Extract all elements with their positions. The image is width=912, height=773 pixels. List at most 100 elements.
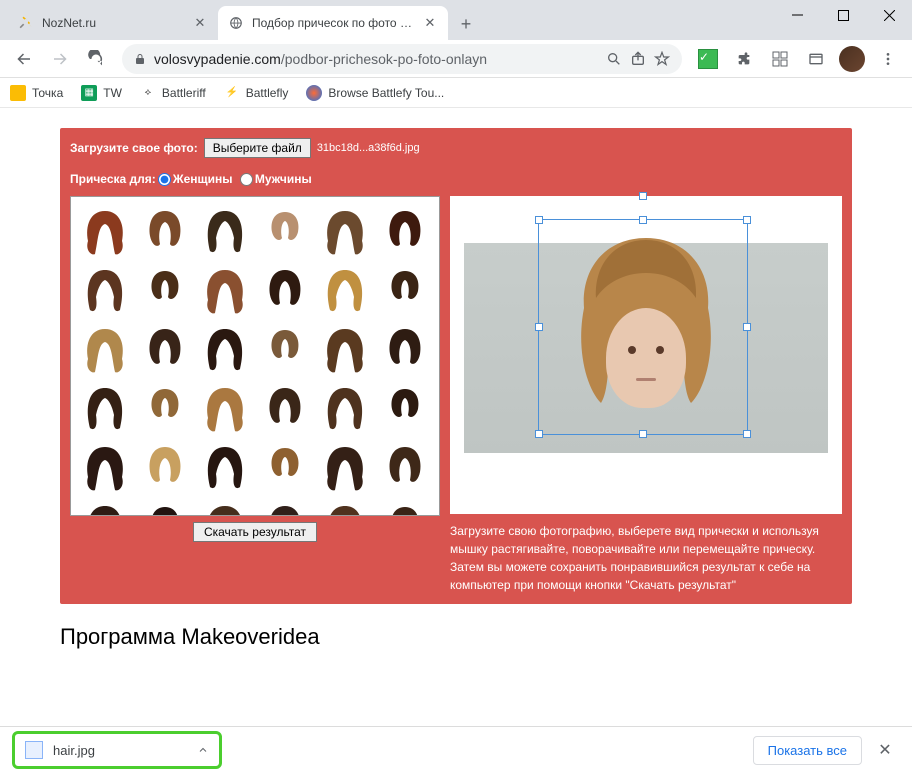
uploaded-photo (464, 243, 828, 453)
share-icon[interactable] (630, 51, 646, 67)
hairstyle-thumbnail[interactable] (317, 439, 373, 494)
hairstyle-thumbnail[interactable] (257, 380, 313, 435)
bookmark-item[interactable]: ▦TW (81, 85, 122, 101)
hairstyle-thumbnail[interactable] (197, 498, 253, 516)
hairstyle-thumbnail[interactable] (137, 203, 193, 258)
hairstyle-thumbnail[interactable] (197, 262, 253, 317)
hairstyle-thumbnail[interactable] (77, 262, 133, 317)
new-tab-button[interactable]: + (452, 10, 480, 38)
hairstyle-thumbnail[interactable] (377, 203, 433, 258)
toolbar-extensions: ✓ (692, 43, 904, 75)
file-icon (25, 741, 43, 759)
hairstyle-thumbnail[interactable] (137, 321, 193, 376)
download-filename: hair.jpg (53, 743, 95, 758)
preview-canvas[interactable] (450, 196, 842, 514)
browser-toolbar: volosvypadenie.com/podbor-prichesok-po-f… (0, 40, 912, 78)
close-shelf-button[interactable]: ✕ (870, 735, 900, 765)
browser-tab[interactable]: NozNet.ru ✕ (8, 6, 218, 40)
search-in-page-icon[interactable] (606, 51, 622, 67)
browser-tab[interactable]: Подбор причесок по фото онла ✕ (218, 6, 448, 40)
hairstyle-widget: Загрузите свое фото: Выберите файл 31bc1… (60, 128, 852, 604)
hairstyle-thumbnail[interactable] (317, 203, 373, 258)
selection-box[interactable] (538, 219, 748, 435)
hairstyle-thumbnail[interactable] (197, 380, 253, 435)
lock-icon (134, 52, 146, 66)
hairstyle-thumbnail[interactable] (197, 439, 253, 494)
tab-close-icon[interactable]: ✕ (192, 15, 208, 31)
hairstyle-thumbnail[interactable] (377, 262, 433, 317)
hairstyle-thumbnail[interactable] (257, 439, 313, 494)
menu-icon[interactable] (872, 43, 904, 75)
hairstyle-thumbnail[interactable] (257, 262, 313, 317)
show-all-downloads-button[interactable]: Показать все (753, 736, 862, 765)
hairstyle-thumbnail[interactable] (377, 321, 433, 376)
upload-label: Загрузите свое фото: (70, 141, 198, 155)
window-controls (774, 0, 912, 30)
gender-label: Прическа для: (70, 172, 156, 186)
bookmark-item[interactable]: ⟡Battleriff (140, 85, 206, 101)
hairstyle-thumbnail[interactable] (317, 380, 373, 435)
download-shelf: hair.jpg Показать все ✕ (0, 726, 912, 773)
right-panel: Загрузите свою фотографию, выберете вид … (450, 196, 842, 594)
extension-icon[interactable] (728, 43, 760, 75)
star-icon[interactable] (654, 51, 670, 67)
tab-strip: NozNet.ru ✕ Подбор причесок по фото онла… (8, 6, 480, 40)
tab-title: NozNet.ru (42, 16, 184, 30)
upload-row: Загрузите свое фото: Выберите файл 31bc1… (70, 138, 842, 158)
back-button[interactable] (8, 43, 40, 75)
download-result-button[interactable]: Скачать результат (193, 522, 317, 542)
chevron-up-icon[interactable] (197, 744, 209, 756)
page-content: Загрузите свое фото: Выберите файл 31bc1… (0, 108, 912, 726)
forward-button[interactable] (44, 43, 76, 75)
browser-titlebar: NozNet.ru ✕ Подбор причесок по фото онла… (0, 0, 912, 40)
profile-avatar[interactable] (836, 43, 868, 75)
reload-button[interactable] (80, 43, 112, 75)
tab-close-icon[interactable]: ✕ (422, 15, 438, 31)
hairstyle-thumbnail[interactable] (137, 439, 193, 494)
bookmark-item[interactable]: Browse Battlefy Tou... (306, 85, 444, 101)
close-window-button[interactable] (866, 0, 912, 30)
bookmark-item[interactable]: ⚡Battlefly (224, 85, 289, 101)
hairstyle-thumbnail[interactable] (77, 203, 133, 258)
hairstyle-thumbnail[interactable] (77, 321, 133, 376)
extension-check-icon[interactable]: ✓ (692, 43, 724, 75)
gender-female-label: Женщины (173, 172, 233, 186)
address-bar[interactable]: volosvypadenie.com/podbor-prichesok-po-f… (122, 44, 682, 74)
hairstyle-thumbnail[interactable] (77, 498, 133, 516)
globe-icon (228, 15, 244, 31)
hairstyle-thumbnail[interactable] (317, 321, 373, 376)
hairstyle-thumbnail[interactable] (377, 498, 433, 516)
hairstyle-thumbnail[interactable] (137, 262, 193, 317)
extension-icon[interactable] (800, 43, 832, 75)
extension-icon[interactable] (764, 43, 796, 75)
hairstyle-thumbnail[interactable] (377, 380, 433, 435)
url-text: volosvypadenie.com/podbor-prichesok-po-f… (154, 51, 598, 67)
hairstyle-thumbnail[interactable] (197, 321, 253, 376)
hairstyle-thumbnail[interactable] (137, 498, 193, 516)
choose-file-button[interactable]: Выберите файл (204, 138, 311, 158)
instructions-text: Загрузите свою фотографию, выберете вид … (450, 522, 842, 594)
hairstyle-grid[interactable] (70, 196, 440, 516)
download-item[interactable]: hair.jpg (12, 731, 222, 769)
minimize-button[interactable] (774, 0, 820, 30)
bookmarks-bar: Точка ▦TW ⟡Battleriff ⚡Battlefly Browse … (0, 78, 912, 108)
tab-title: Подбор причесок по фото онла (252, 16, 414, 30)
section-title: Программа Makeoveridea (60, 624, 852, 650)
gender-row: Прическа для: Женщины Мужчины (70, 172, 842, 186)
gender-female-radio[interactable] (158, 173, 171, 186)
hairstyle-thumbnail[interactable] (137, 380, 193, 435)
maximize-button[interactable] (820, 0, 866, 30)
hairstyle-thumbnail[interactable] (77, 439, 133, 494)
hairstyle-thumbnail[interactable] (377, 439, 433, 494)
hairstyle-thumbnail[interactable] (77, 380, 133, 435)
uploaded-filename: 31bc18d...a38f6d.jpg (317, 142, 420, 154)
bookmark-item[interactable]: Точка (10, 85, 63, 101)
hairstyle-thumbnail[interactable] (197, 203, 253, 258)
hairstyle-thumbnail[interactable] (257, 498, 313, 516)
gender-male-radio[interactable] (240, 173, 253, 186)
hairstyle-thumbnail[interactable] (317, 262, 373, 317)
hairstyle-thumbnail[interactable] (257, 321, 313, 376)
hairstyle-thumbnail[interactable] (257, 203, 313, 258)
left-panel: Скачать результат (70, 196, 440, 594)
hairstyle-thumbnail[interactable] (317, 498, 373, 516)
